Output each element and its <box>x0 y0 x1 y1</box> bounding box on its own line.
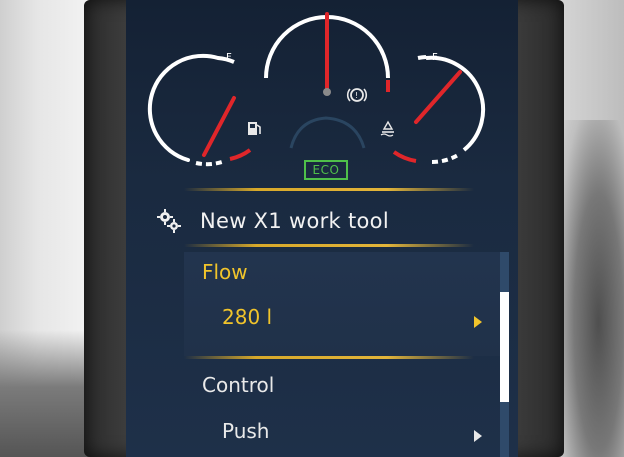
scrollbar[interactable] <box>500 252 509 457</box>
hydraulic-needle <box>414 70 462 124</box>
flow-arrow-icon[interactable] <box>474 316 482 328</box>
fuel-needle <box>202 96 236 157</box>
menu-header: New X1 work tool <box>156 204 486 238</box>
divider-top <box>184 188 474 191</box>
divider-middle <box>184 356 474 359</box>
fuel-full-label: F <box>226 52 232 63</box>
background-blur-left <box>0 330 95 457</box>
fuel-pump-icon <box>248 122 261 135</box>
hydraulic-oil-icon <box>380 120 394 137</box>
menu-item-flow-label: Flow <box>202 260 248 284</box>
menu-title: New X1 work tool <box>200 209 389 233</box>
eco-badge: ECO <box>304 160 348 180</box>
gears-icon <box>157 209 181 233</box>
svg-text:!: ! <box>355 91 358 100</box>
fuel-gauge <box>147 53 252 167</box>
menu-item-control-value: Push <box>222 419 270 443</box>
brake-warning-icon: ! <box>346 88 368 102</box>
center-gauge <box>264 12 390 96</box>
menu-item-control-label: Control <box>202 373 275 397</box>
hydraulic-full-label: F <box>432 52 438 63</box>
display-screen: F ! F ECO New X1 work tool Flow 280 l Co… <box>126 0 518 457</box>
background-blur-right <box>560 120 624 457</box>
menu-item-flow-value: 280 l <box>222 305 273 329</box>
scrollbar-thumb[interactable] <box>500 292 509 402</box>
gauge-cluster: F ! F ECO <box>126 0 518 190</box>
divider-header <box>184 244 474 247</box>
hydraulic-gauge <box>392 55 486 164</box>
control-arrow-icon[interactable] <box>474 430 482 442</box>
